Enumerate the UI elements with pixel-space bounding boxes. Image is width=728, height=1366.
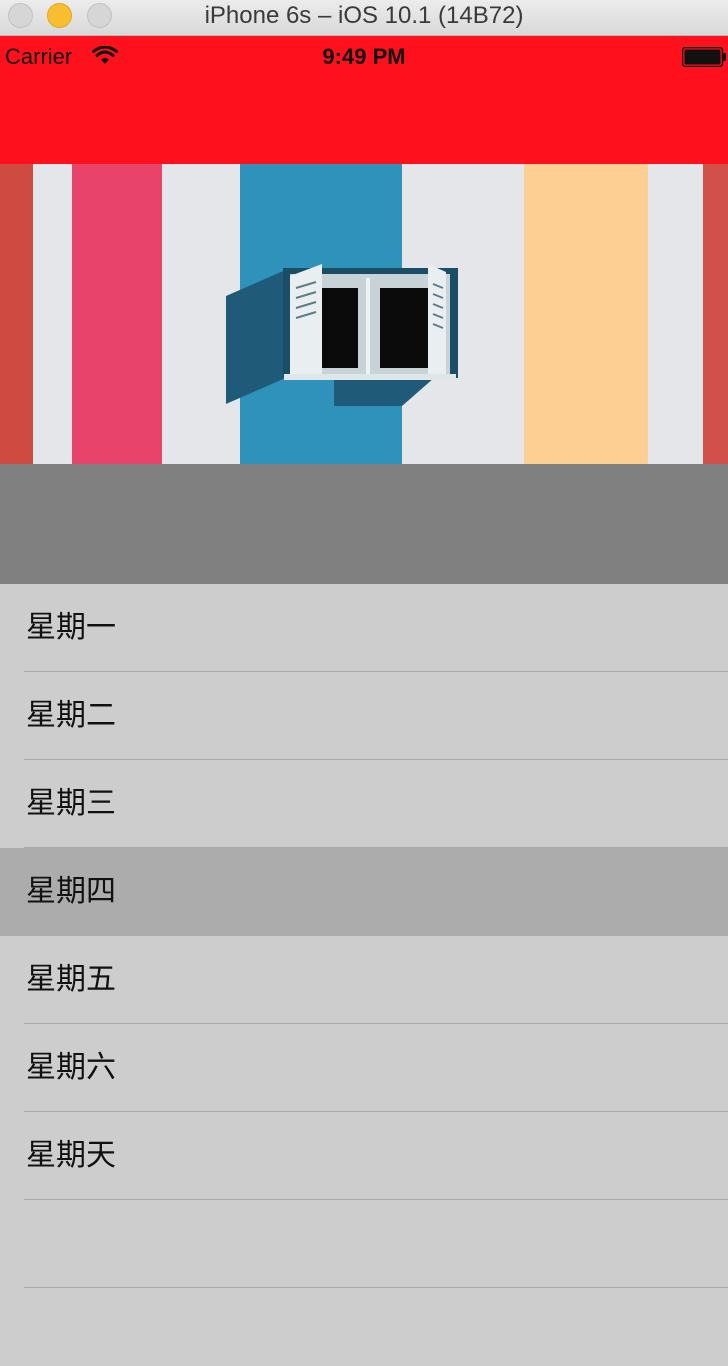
simulator-title-bar: iPhone 6s – iOS 10.1 (14B72) — [0, 0, 728, 36]
navigation-header: Carrier 9:49 PM — [0, 36, 728, 164]
status-time: 9:49 PM — [322, 44, 406, 69]
table-row[interactable]: 星期天 — [0, 1112, 728, 1200]
window-title: iPhone 6s – iOS 10.1 (14B72) — [204, 2, 524, 29]
banner-image — [0, 164, 728, 464]
table-row[interactable]: 星期三 — [0, 760, 728, 848]
row-label: 星期二 — [26, 698, 116, 733]
table-row[interactable]: 星期一 — [0, 584, 728, 672]
row-label: 星期三 — [26, 786, 116, 821]
row-separator — [24, 1287, 728, 1288]
row-label: 星期五 — [26, 962, 116, 997]
gray-section-header — [0, 464, 728, 584]
table-row-selected[interactable]: 星期四 — [0, 848, 728, 936]
striped-wall-window-image — [0, 164, 728, 464]
battery-icon — [682, 47, 726, 67]
table-row[interactable]: 星期五 — [0, 936, 728, 1024]
table-row[interactable]: 星期二 — [0, 672, 728, 760]
row-label: 星期四 — [26, 874, 116, 909]
row-label: 星期六 — [26, 1050, 116, 1085]
row-label: 星期一 — [26, 610, 116, 645]
table-row[interactable]: 星期六 — [0, 1024, 728, 1112]
table-row-empty[interactable] — [0, 1200, 728, 1288]
weekday-table: 星期一 星期二 星期三 星期四 星期五 星期六 星期天 — [0, 584, 728, 1366]
row-label: 星期天 — [26, 1138, 116, 1173]
